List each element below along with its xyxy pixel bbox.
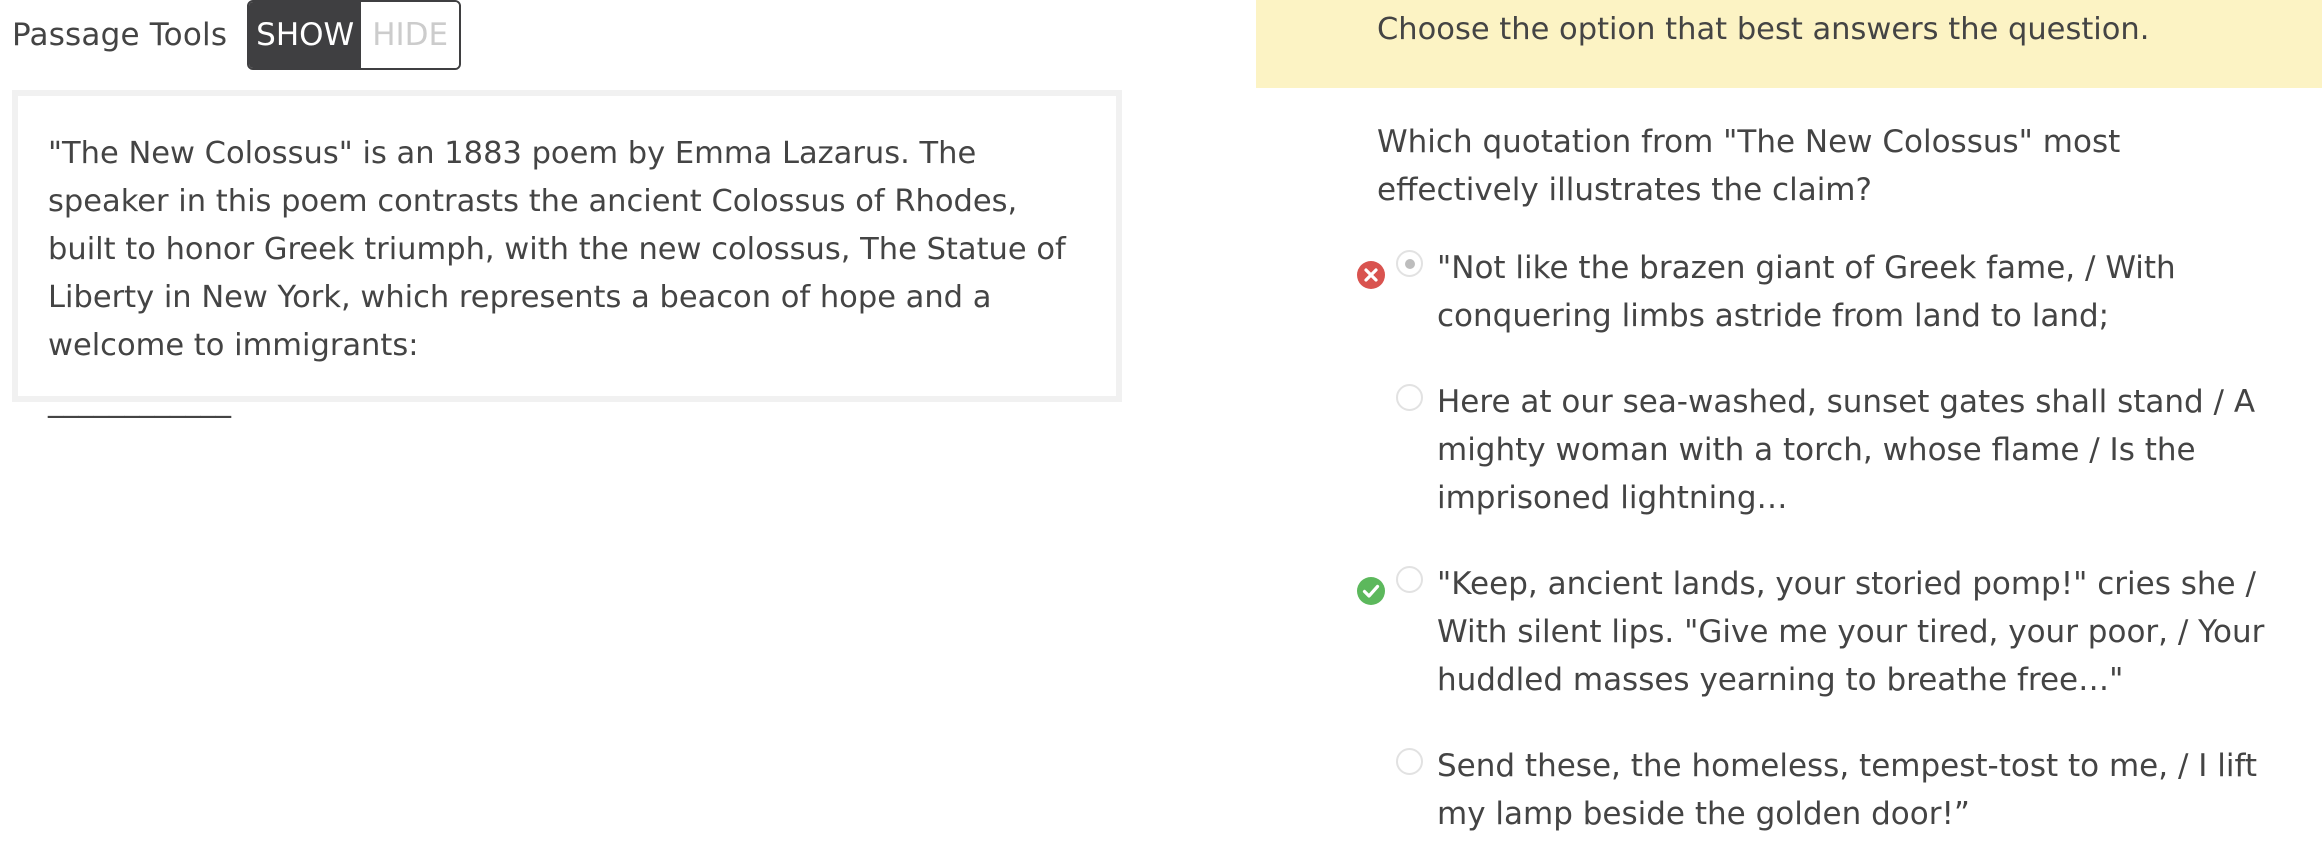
instruction-text: Choose the option that best answers the … <box>1377 12 2150 47</box>
option-text: Send these, the homeless, tempest-tost t… <box>1437 748 2257 832</box>
answer-option-4[interactable]: Send these, the homeless, tempest-tost t… <box>1350 742 2280 868</box>
instruction-bar: Choose the option that best answers the … <box>1256 0 2322 88</box>
show-button[interactable]: SHOW <box>249 2 362 68</box>
question-text: Which quotation from "The New Colossus" … <box>1377 124 2121 208</box>
passage-text: "The New Colossus" is an 1883 poem by Em… <box>48 136 1066 363</box>
radio-button[interactable] <box>1396 748 1423 775</box>
answer-option-1[interactable]: "Not like the brazen giant of Greek fame… <box>1350 244 2280 384</box>
page: Passage Tools SHOW HIDE "The New Colossu… <box>0 0 2322 868</box>
option-text: Here at our sea-washed, sunset gates sha… <box>1437 384 2256 516</box>
passage-toggle: SHOW HIDE <box>247 0 462 70</box>
answer-option-3[interactable]: "Keep, ancient lands, your storied pomp!… <box>1350 560 2280 700</box>
answer-option-2[interactable]: Here at our sea-washed, sunset gates sha… <box>1350 378 2280 518</box>
option-text: "Not like the brazen giant of Greek fame… <box>1437 250 2176 334</box>
hide-button[interactable]: HIDE <box>361 2 460 68</box>
radio-button[interactable] <box>1396 566 1423 593</box>
x-circle-icon <box>1357 261 1385 289</box>
passage-blank: ____________ <box>48 384 231 419</box>
option-text: "Keep, ancient lands, your storied pomp!… <box>1437 566 2265 698</box>
check-circle-icon <box>1357 577 1385 605</box>
radio-button[interactable] <box>1396 384 1423 411</box>
passage-tools: Passage Tools SHOW HIDE <box>12 0 462 70</box>
passage-tools-label: Passage Tools <box>12 17 228 53</box>
passage-panel: "The New Colossus" is an 1883 poem by Em… <box>12 90 1122 419</box>
radio-button[interactable] <box>1396 250 1423 277</box>
